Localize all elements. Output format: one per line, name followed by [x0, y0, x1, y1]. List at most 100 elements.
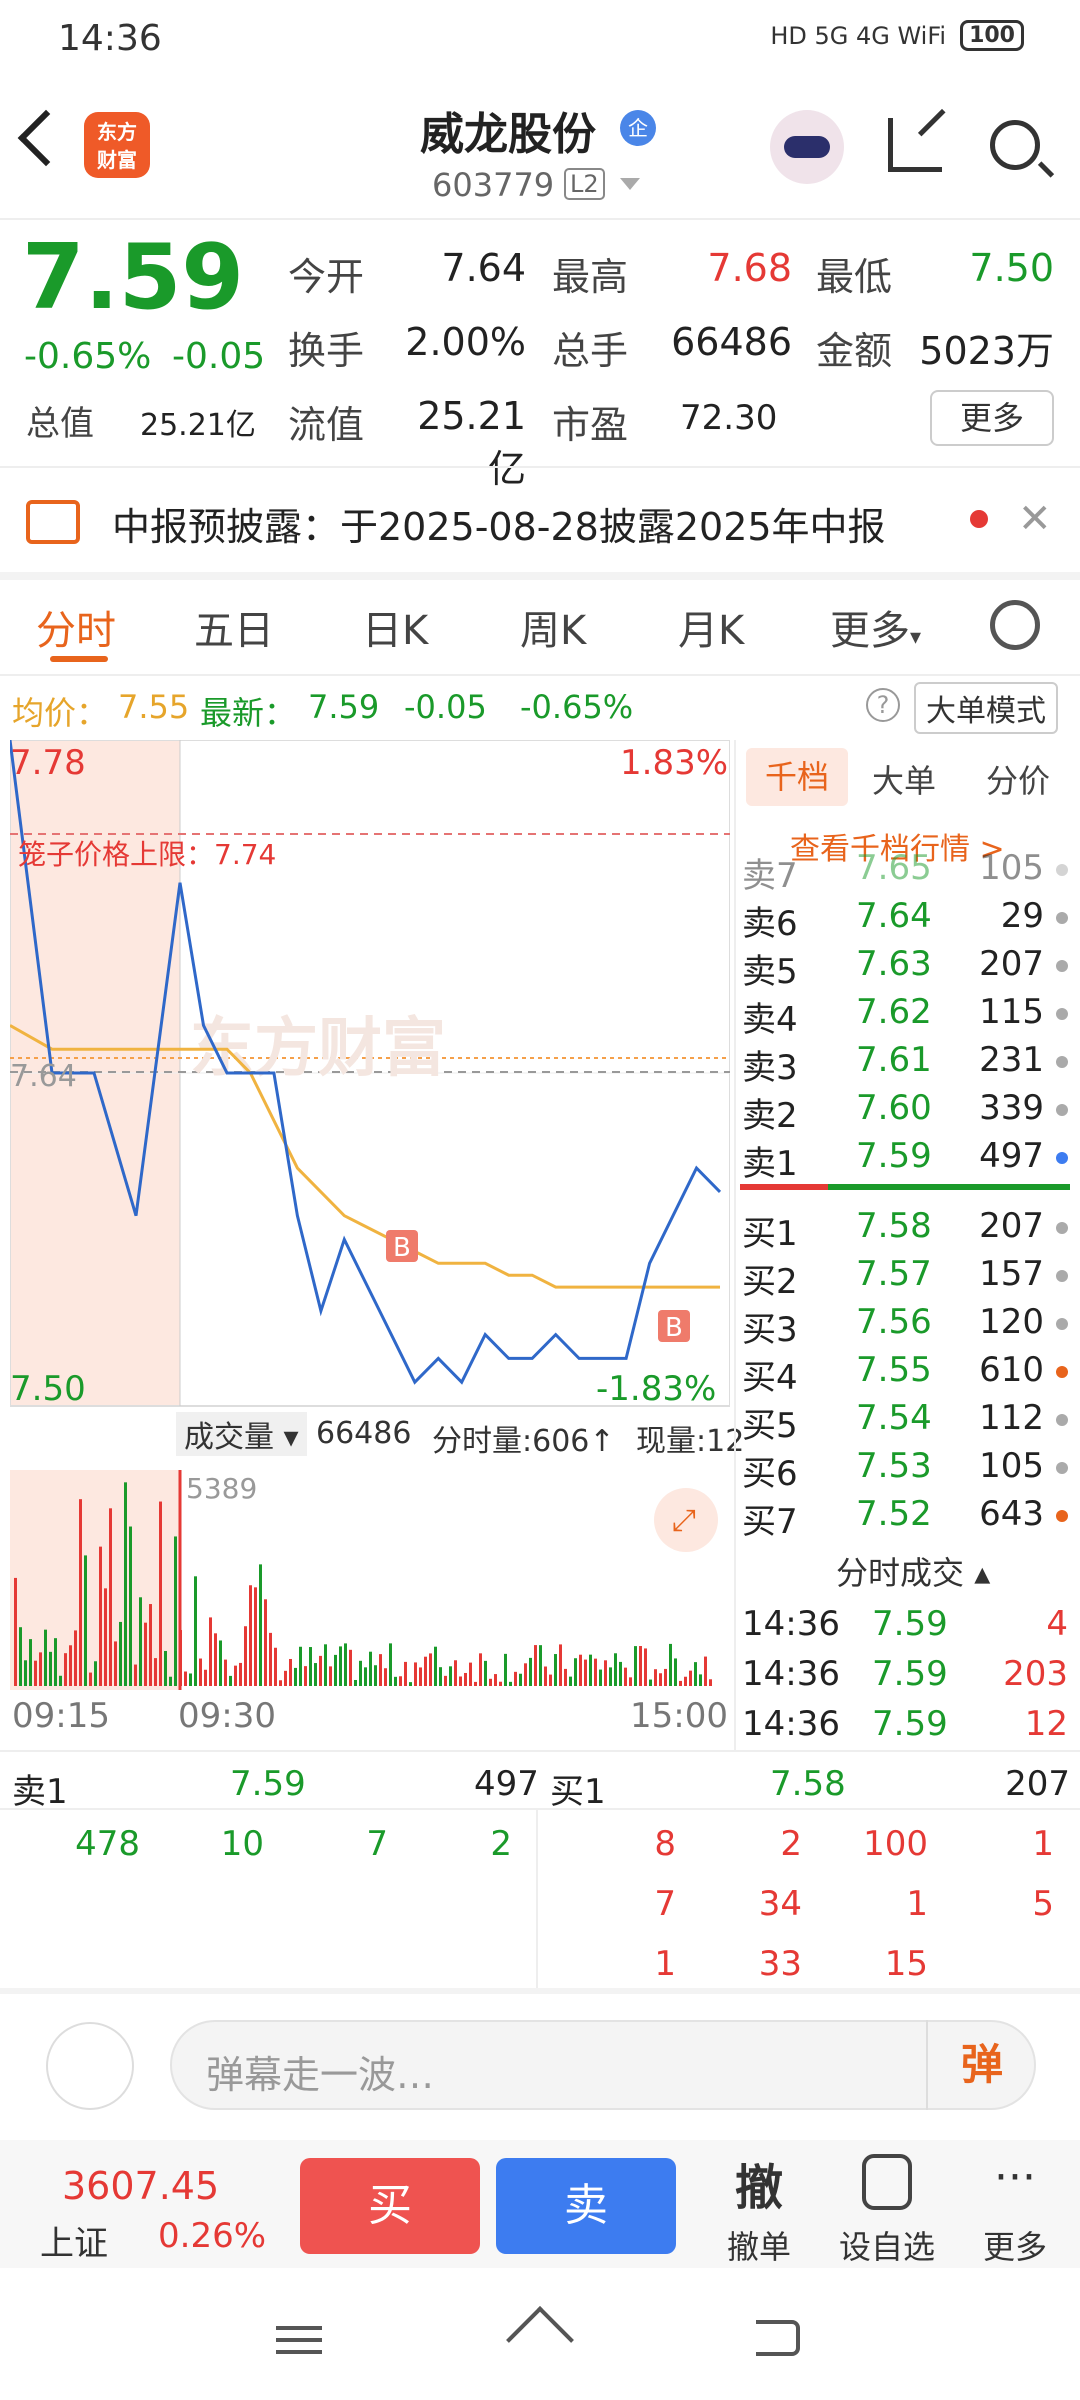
ask-dot [1056, 960, 1068, 972]
volume-bar [494, 1674, 497, 1686]
volume-bar [389, 1643, 392, 1686]
volume-bar [324, 1644, 327, 1686]
bid-row[interactable]: 买3 7.56 120 [740, 1302, 1070, 1350]
ai-robot-icon[interactable] [770, 110, 844, 184]
tab-underline [50, 656, 108, 662]
bid-row[interactable]: 买2 7.57 157 [740, 1254, 1070, 1302]
volume-bar [329, 1666, 332, 1686]
back-nav-icon[interactable] [756, 2320, 800, 2356]
volume-label: 成交量 [184, 1420, 274, 1455]
volume-bar [489, 1678, 492, 1686]
danmu-send-button[interactable]: 弹 [926, 2020, 1036, 2110]
volume-bar [229, 1675, 232, 1686]
buy-button[interactable]: 买 [300, 2158, 480, 2254]
back-icon[interactable] [17, 109, 75, 167]
volume-bar [144, 1622, 147, 1686]
bid-row[interactable]: 买5 7.54 112 [740, 1398, 1070, 1446]
tab-monthly-k[interactable]: 月K [678, 598, 744, 656]
watchlist-label[interactable]: 设自选 [830, 2222, 944, 2268]
tab-big-orders[interactable]: 大单 [872, 756, 936, 802]
volume-bar [299, 1646, 302, 1686]
close-icon[interactable]: ✕ [1018, 496, 1052, 542]
home-icon[interactable] [506, 2306, 574, 2374]
volume-bar [59, 1675, 62, 1686]
bid-row[interactable]: 买4 7.55 610 [740, 1350, 1070, 1398]
search-icon[interactable] [990, 120, 1040, 170]
trades-header[interactable]: 分时成交 ▴ [836, 1548, 990, 1594]
queue-item: 7 [366, 1824, 388, 1864]
volume-bar [214, 1633, 217, 1686]
tab-weekly-k[interactable]: 周K [520, 598, 586, 656]
level-badge[interactable]: L2 [564, 168, 605, 200]
volume-bar [579, 1654, 582, 1686]
tab-price-dist[interactable]: 分价 [986, 756, 1050, 802]
volume-bar [659, 1673, 662, 1686]
ask-row[interactable]: 卖2 7.60 339 [740, 1088, 1070, 1136]
ask-row[interactable]: 卖7 7.65 105 [740, 848, 1070, 896]
ref-price-label: 7.64 [10, 1059, 77, 1094]
ask-row[interactable]: 卖4 7.62 115 [740, 992, 1070, 1040]
share-icon[interactable] [888, 118, 942, 172]
volume-bar [54, 1638, 57, 1686]
queue-ask-label: 卖1 [12, 1772, 68, 1812]
volume-bar [359, 1660, 362, 1686]
notice-text[interactable]: 中报预披露：于2025-08-28披露2025年中报 [112, 496, 886, 551]
watchlist-icon[interactable] [862, 2154, 912, 2210]
volume-bar [339, 1646, 342, 1686]
stock-name: 威龙股份 [420, 109, 596, 160]
tab-more[interactable]: 更多▾ [830, 598, 921, 656]
more-label[interactable]: 更多 [970, 2222, 1060, 2268]
bid-row[interactable]: 买6 7.53 105 [740, 1446, 1070, 1494]
volume-bar [479, 1653, 482, 1686]
volume-bar [524, 1663, 527, 1686]
tab-five-day[interactable]: 五日 [194, 598, 274, 656]
cancel-label[interactable]: 撤单 [714, 2222, 804, 2268]
volume-bar [189, 1673, 192, 1686]
menu-icon[interactable] [276, 2326, 322, 2354]
volume-bar [419, 1667, 422, 1686]
volume-selector[interactable]: 成交量 ▾ [176, 1412, 307, 1456]
volume-bar [474, 1681, 477, 1686]
volume-bar [89, 1672, 92, 1686]
bid-level: 买5 [742, 1406, 798, 1446]
volume-bar [504, 1653, 507, 1686]
volume-bar [669, 1643, 672, 1686]
index-value[interactable]: 3607.45 [62, 2164, 219, 2208]
volume-bar [689, 1670, 692, 1686]
volume-bar [509, 1681, 512, 1686]
volume-bar [349, 1649, 352, 1686]
volume-bar [709, 1679, 712, 1686]
volume-bar [609, 1667, 612, 1686]
intraday-chart[interactable]: 东方财富 7.78 1.83% 笼子价格上限：7.74 7.64 7.50 -1… [10, 740, 730, 1410]
big-order-mode-button[interactable]: 大单模式 [914, 682, 1058, 734]
tab-daily-k[interactable]: 日K [362, 598, 428, 656]
call-auction-zone [10, 1470, 180, 1690]
buy-marker[interactable]: B [386, 1230, 418, 1263]
buy-marker[interactable]: B [658, 1310, 690, 1343]
gear-icon[interactable] [990, 600, 1040, 650]
more-icon[interactable]: ··· [970, 2152, 1060, 2203]
sell-button[interactable]: 卖 [496, 2158, 676, 2254]
help-icon[interactable]: ? [866, 688, 900, 722]
bid-row[interactable]: 买7 7.52 643 [740, 1494, 1070, 1542]
chevron-down-icon[interactable] [620, 178, 640, 190]
ask-price: 7.60 [856, 1088, 932, 1128]
stock-code: 603779 [432, 166, 555, 204]
danmu-settings-icon[interactable] [46, 2022, 134, 2110]
ask-row[interactable]: 卖1 7.59 497 [740, 1136, 1070, 1184]
ask-level: 卖1 [742, 1144, 798, 1184]
volume-bar [159, 1501, 162, 1686]
bid-row[interactable]: 买1 7.58 207 [740, 1206, 1070, 1254]
ask-dot [1056, 1056, 1068, 1068]
tab-depth[interactable]: 千档 [746, 748, 848, 806]
bottom-price-label: 7.50 [10, 1369, 86, 1409]
cancel-icon[interactable]: 撤 [714, 2148, 804, 2218]
last-label: 最新： [200, 694, 297, 732]
ask-row[interactable]: 卖6 7.64 29 [740, 896, 1070, 944]
more-button[interactable]: 更多 [930, 390, 1054, 446]
ask-row[interactable]: 卖5 7.63 207 [740, 944, 1070, 992]
bid-volume: 643 [979, 1494, 1044, 1534]
volume-bar [309, 1647, 312, 1686]
ask-row[interactable]: 卖3 7.61 231 [740, 1040, 1070, 1088]
tab-intraday[interactable]: 分时 [36, 598, 116, 656]
